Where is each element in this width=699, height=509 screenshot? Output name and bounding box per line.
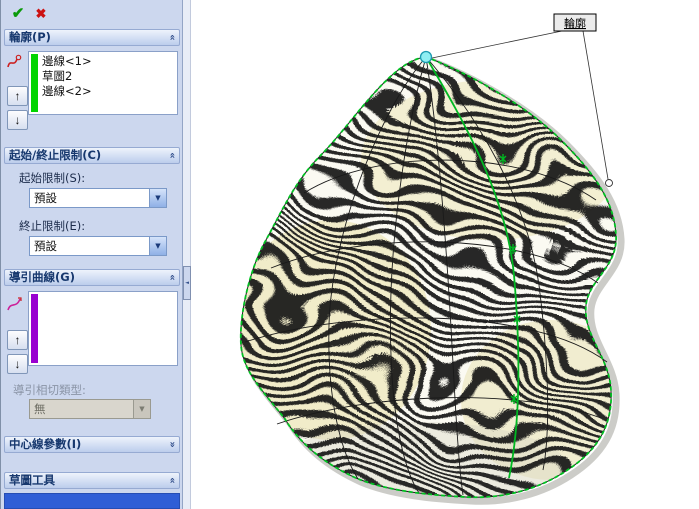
chevron-down-icon: ▼	[133, 400, 150, 418]
profiles-group-header[interactable]: 輪廓(P) «	[4, 29, 180, 46]
profiles-listbox[interactable]: 邊線<1> 草圖2 邊線<2>	[28, 51, 178, 115]
guide-curves-listbox[interactable]	[28, 291, 178, 366]
end-constraint-label: 終止限制(E):	[19, 219, 86, 233]
chevron-down-icon: »	[166, 441, 178, 448]
guide-curves-color-bar	[31, 294, 38, 363]
move-guide-down-button[interactable]: ↓	[7, 354, 28, 374]
profile-callout[interactable]: 輪廓	[553, 13, 597, 32]
profile-vertex-point[interactable]	[419, 50, 433, 64]
graphics-viewport[interactable]: 輪廓	[191, 0, 699, 509]
guide-tangency-value: 無	[34, 402, 46, 416]
panel-splitter[interactable]: ◄	[183, 0, 191, 509]
list-item[interactable]: 草圖2	[42, 69, 175, 84]
sketch-tools-highlight-row[interactable]	[4, 493, 180, 509]
collapse-arrow-icon: ◄	[185, 280, 189, 286]
guide-curves-group-label: 導引曲線(G)	[9, 270, 75, 284]
property-manager-panel: ✔ ✖ 輪廓(P) « 邊線<1> 草圖2 邊線<2> ↑ ↓ 起始/終止限制(…	[1, 0, 183, 509]
start-constraint-label: 起始限制(S):	[19, 171, 86, 185]
guide-curves-icon	[7, 297, 22, 311]
guide-tangency-select: 無 ▼	[29, 399, 151, 419]
move-profile-up-button[interactable]: ↑	[7, 86, 28, 106]
chevron-down-icon[interactable]: ▼	[149, 189, 166, 207]
move-guide-up-button[interactable]: ↑	[7, 330, 28, 350]
sketch-tools-group-label: 草圖工具	[9, 473, 55, 487]
leader-attach-point	[605, 179, 613, 187]
start-constraint-value: 預設	[34, 191, 57, 205]
profiles-group-label: 輪廓(P)	[9, 30, 51, 44]
callout-text: 輪廓	[564, 16, 586, 30]
chevron-down-icon[interactable]: ▼	[149, 237, 166, 255]
list-item[interactable]: 邊線<2>	[42, 84, 175, 99]
loft-preview-canvas: 輪廓	[239, 13, 625, 505]
sketch-tools-group-header[interactable]: 草圖工具 «	[4, 472, 180, 489]
panel-collapse-handle[interactable]: ◄	[183, 266, 191, 300]
chevron-up-icon: «	[166, 477, 178, 484]
ok-button[interactable]: ✔	[8, 5, 28, 23]
constraints-group-header[interactable]: 起始/終止限制(C) «	[4, 147, 180, 164]
guide-curves-group-header[interactable]: 導引曲線(G) «	[4, 269, 180, 286]
start-constraint-select[interactable]: 預設 ▼	[29, 188, 167, 208]
chevron-up-icon: «	[166, 152, 178, 159]
profiles-icon	[7, 54, 22, 68]
centerline-group-label: 中心線參數(I)	[9, 437, 82, 451]
end-constraint-value: 預設	[34, 239, 57, 253]
constraints-group-label: 起始/終止限制(C)	[9, 148, 102, 162]
chevron-up-icon: «	[166, 34, 178, 41]
chevron-up-icon: «	[166, 274, 178, 281]
move-profile-down-button[interactable]: ↓	[7, 110, 28, 130]
guide-tangency-label: 導引相切類型:	[13, 383, 86, 397]
end-constraint-select[interactable]: 預設 ▼	[29, 236, 167, 256]
loft-feature-window: ✔ ✖ 輪廓(P) « 邊線<1> 草圖2 邊線<2> ↑ ↓ 起始/終止限制(…	[0, 0, 699, 509]
cancel-button[interactable]: ✖	[31, 5, 51, 23]
centerline-group-header[interactable]: 中心線參數(I) »	[4, 436, 180, 453]
list-item[interactable]: 邊線<1>	[42, 54, 175, 69]
profiles-color-bar	[31, 54, 38, 112]
